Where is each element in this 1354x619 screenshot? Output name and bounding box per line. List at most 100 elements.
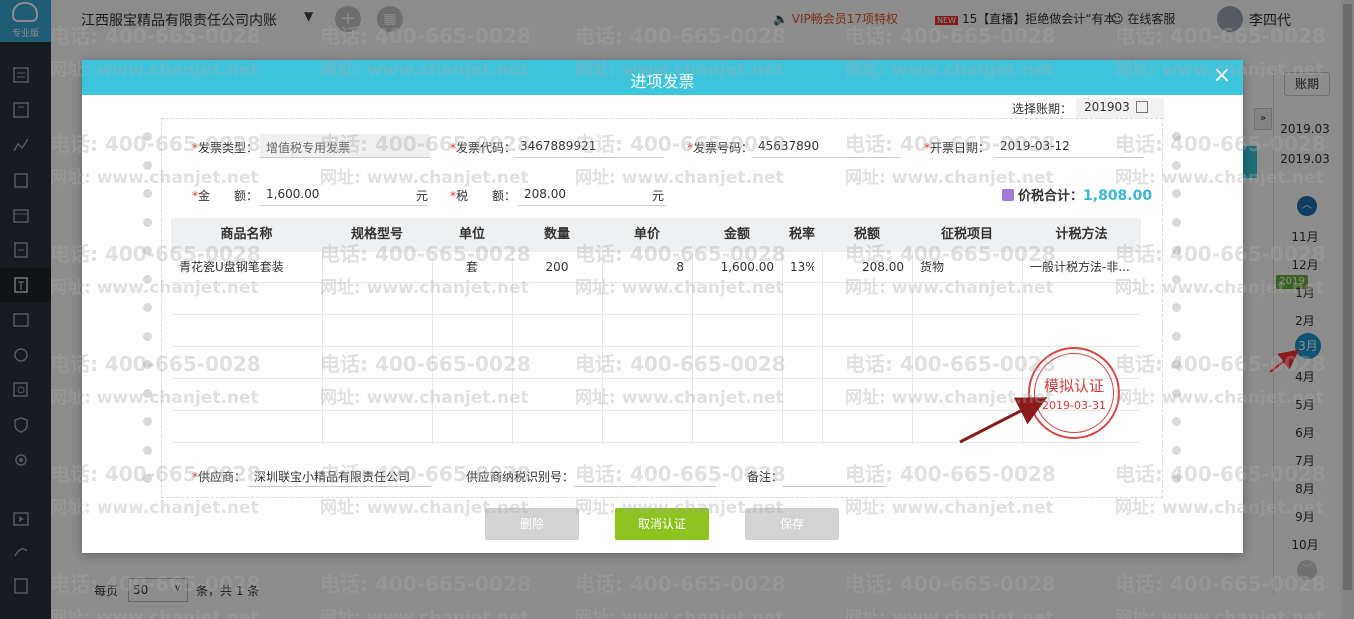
close-icon[interactable]: ×: [1213, 65, 1231, 87]
column-divider: [692, 252, 693, 444]
column-header: 征税项目: [940, 227, 993, 242]
punch-hole: [1172, 417, 1181, 426]
table-row[interactable]: [171, 316, 1141, 347]
column-divider: [822, 252, 823, 444]
column-header: 数量: [543, 227, 570, 242]
punch-hole: [1172, 132, 1181, 141]
supplier-tax-id-field[interactable]: [574, 463, 716, 487]
amount-field[interactable]: 1,600.00: [260, 182, 428, 206]
invoice-no-label: *发票号码：: [687, 141, 754, 155]
punch-hole: [1172, 474, 1181, 483]
supplier-label: *供应商：: [192, 470, 247, 484]
column-divider: [912, 252, 913, 444]
amount-unit: 元: [416, 189, 429, 203]
remark-field[interactable]: [782, 463, 886, 487]
column-divider: [602, 252, 603, 444]
punch-hole: [1172, 388, 1181, 398]
punch-hole: [1172, 445, 1181, 455]
invoice-type-label: *发票类型：: [192, 141, 259, 155]
punch-hole: [1172, 217, 1181, 227]
table-row[interactable]: [171, 380, 1141, 411]
table-row[interactable]: [171, 348, 1141, 379]
total-label: 价税合计：: [1018, 189, 1084, 204]
cell-tax[interactable]: 208.00: [830, 252, 904, 283]
invoice-code-label: *发票代码：: [450, 141, 517, 155]
delete-button[interactable]: 删除: [485, 508, 579, 540]
column-divider: [322, 252, 323, 444]
column-header: 商品名称: [220, 227, 273, 242]
table-row[interactable]: 青花瓷U盘钢笔套装 套 200 8 1,600.00 13% 208.00 货物一般计税方法-…: [171, 252, 1141, 283]
punch-hole: [1172, 246, 1181, 255]
punch-hole: [1172, 189, 1181, 198]
column-header: 规格型号: [350, 227, 403, 242]
invoice-dialog: 进项发票 × 选择账期： 201903 *发票类型： 增值税专用发票 *发票代码…: [82, 60, 1243, 553]
punch-hole: [143, 274, 152, 284]
save-button[interactable]: 保存: [745, 508, 839, 540]
punch-hole: [143, 246, 152, 255]
cell-spec[interactable]: [330, 252, 424, 283]
cancel-certification-button[interactable]: 取消认证: [615, 508, 709, 540]
cell-method[interactable]: 一般计税方法-非...: [1030, 252, 1133, 283]
punch-hole: [143, 160, 152, 170]
supplier-tax-id-label: 供应商纳税识别号：: [466, 470, 575, 484]
invoice-code-field[interactable]: 3467889921: [514, 134, 664, 158]
table-row[interactable]: [171, 412, 1141, 443]
column-divider: [782, 252, 783, 444]
cell-rate[interactable]: 13%: [790, 252, 814, 283]
punch-hole: [1172, 160, 1181, 170]
issue-date-field[interactable]: 2019-03-12: [994, 134, 1144, 158]
punch-hole: [1172, 360, 1181, 369]
punch-hole: [143, 331, 152, 341]
dialog-header: 进项发票 ×: [82, 60, 1243, 95]
punch-hole: [143, 189, 152, 198]
total-amount: 价税合计：1,808.00: [1002, 185, 1152, 204]
punch-hole: [143, 360, 152, 369]
punch-hole: [143, 445, 152, 455]
tax-unit: 元: [652, 189, 665, 203]
column-divider: [1022, 252, 1023, 444]
tax-field[interactable]: 208.00: [518, 182, 666, 206]
punch-hole: [143, 474, 152, 483]
column-divider: [512, 252, 513, 444]
cell-price[interactable]: 8: [610, 252, 684, 283]
column-header: 税额: [853, 227, 880, 242]
punch-hole: [1172, 274, 1181, 284]
punch-hole: [143, 303, 152, 312]
stamp-date: 2019-03-31: [1042, 399, 1106, 412]
amount-label: *金 额：: [192, 189, 259, 203]
table-body: 青花瓷U盘钢笔套装 套 200 8 1,600.00 13% 208.00 货物一般计税方法-…: [171, 252, 1141, 444]
period-label: 选择账期：: [1012, 102, 1073, 116]
supplier-field[interactable]: 深圳联宝小精品有限责任公司: [248, 463, 432, 487]
total-value: 1,808.00: [1083, 188, 1153, 204]
tax-label: *税 额：: [450, 189, 517, 203]
punch-hole: [143, 417, 152, 426]
punch-hole: [143, 388, 152, 398]
cell-unit[interactable]: 套: [440, 252, 504, 283]
calendar-icon[interactable]: [1136, 101, 1148, 113]
invoice-type-field[interactable]: 增值税专用发票: [260, 134, 430, 158]
column-divider: [432, 252, 433, 444]
column-header: 单价: [633, 227, 660, 242]
punch-hole: [1172, 303, 1181, 312]
punch-hole: [143, 132, 152, 141]
period-input[interactable]: 201903: [1076, 98, 1164, 118]
certification-stamp: 模拟认证 2019-03-31: [1028, 347, 1120, 439]
table-header: 商品名称 规格型号 单位 数量 单价 金额 税率 税额 征税项目 计税方法: [171, 218, 1141, 252]
remark-label: 备注：: [747, 470, 784, 484]
column-header: 计税方法: [1055, 227, 1108, 242]
stamp-title: 模拟认证: [1043, 377, 1104, 395]
column-header: 税率: [788, 227, 815, 242]
issue-date-label: *开票日期：: [924, 141, 991, 155]
wallet-icon: [1002, 189, 1014, 201]
invoice-no-field[interactable]: 45637890: [752, 134, 900, 158]
punch-hole: [1172, 331, 1181, 341]
punch-hole: [143, 217, 152, 227]
column-header: 金额: [723, 227, 750, 242]
cell-amount[interactable]: 1,600.00: [700, 252, 774, 283]
cell-item[interactable]: 货物: [920, 252, 1014, 283]
cell-qty[interactable]: 200: [520, 252, 594, 283]
table-row[interactable]: [171, 284, 1141, 315]
cell-name[interactable]: 青花瓷U盘钢笔套装: [179, 252, 314, 283]
column-header: 单位: [458, 227, 485, 242]
dialog-title: 进项发票: [630, 72, 695, 91]
